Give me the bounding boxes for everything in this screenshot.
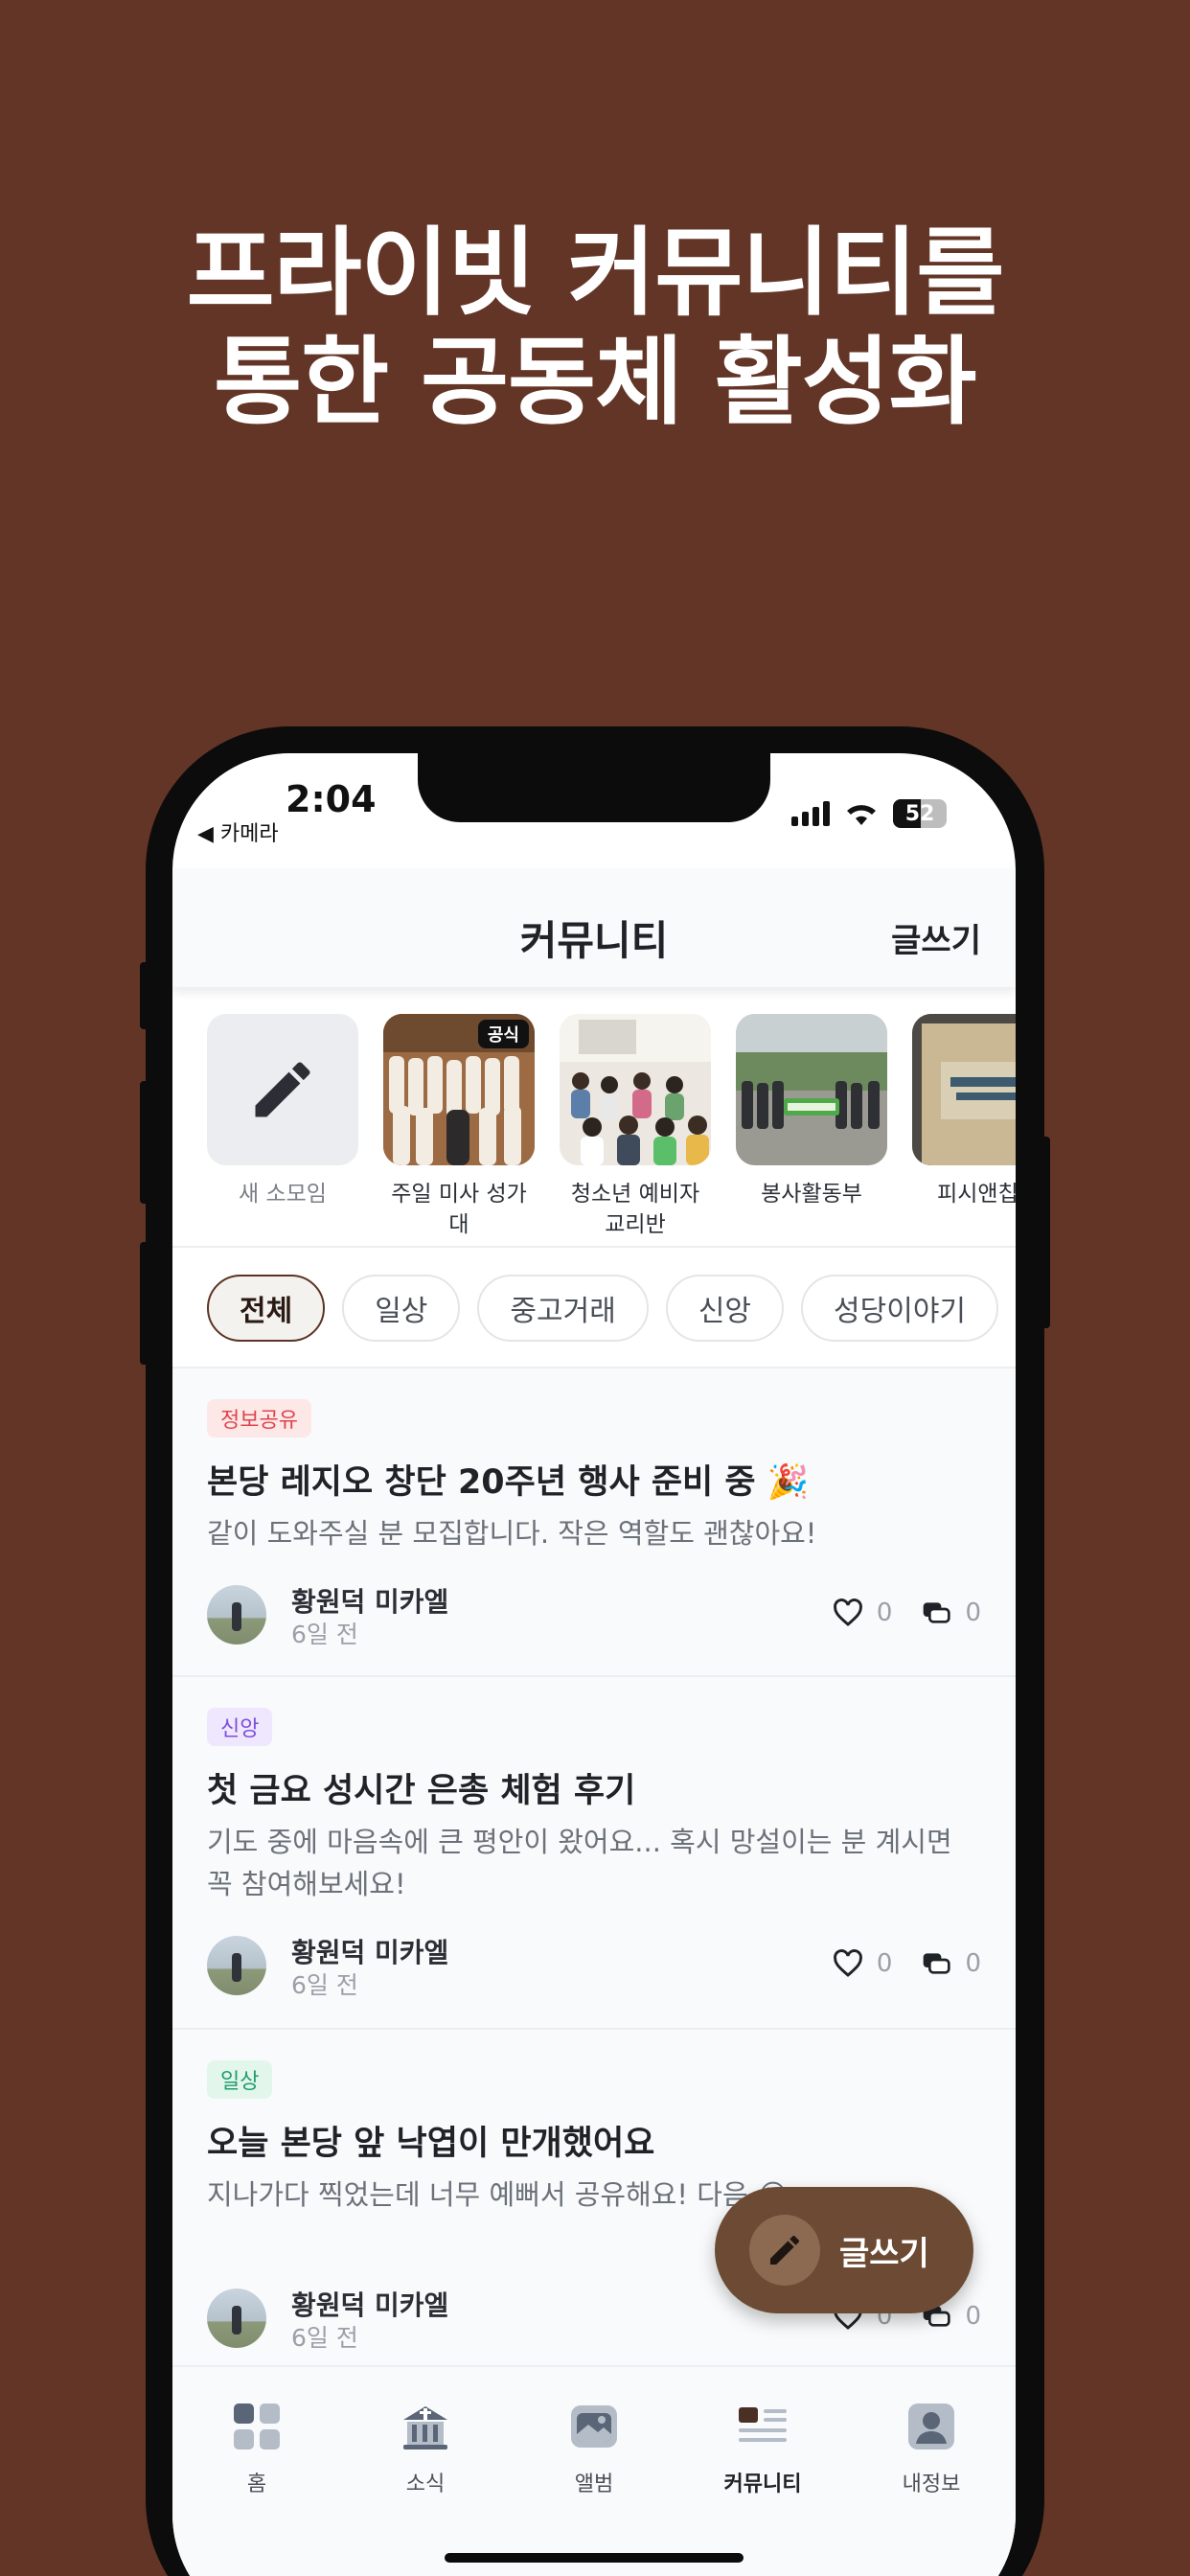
header-write-button[interactable]: 글쓰기 — [891, 914, 981, 961]
post-title: 오늘 본당 앞 낙엽이 만개했어요 — [207, 2125, 655, 2163]
group-youth-catechism[interactable]: 청소년 예비자 교리반 — [560, 1014, 711, 1244]
group-thumbnail — [736, 1014, 887, 1165]
chip-parish-story[interactable]: 성당이야기 — [801, 1275, 999, 1342]
hero-line-1: 프라이빗 커뮤니티를 — [186, 217, 1005, 329]
hero-line-2: 통한 공동체 활성화 — [214, 326, 977, 438]
chip-daily[interactable]: 일상 — [342, 1275, 461, 1342]
class-photo — [560, 1014, 711, 1165]
battery-icon: 52 — [893, 799, 947, 828]
hero-heading: 프라이빗 커뮤니티를 통한 공동체 활성화 — [0, 218, 1190, 437]
power-button — [1037, 1137, 1050, 1328]
post-stats: 0 0 — [833, 1949, 981, 1978]
status-icons: 52 — [791, 799, 947, 828]
comment-count: 0 — [965, 1598, 981, 1627]
group-label: 청소년 예비자 교리반 — [570, 1182, 700, 1237]
tab-label: 커뮤니티 — [723, 2472, 802, 2496]
post-stats: 0 0 — [833, 1598, 981, 1627]
bottom-tab-bar: 홈 소식 앨범 커뮤니티 내정보 — [172, 2365, 1016, 2576]
group-fish-and-chips[interactable]: 공 피시앤칩스 — [912, 1014, 1016, 1244]
heart-icon[interactable] — [833, 1598, 863, 1627]
chip-all[interactable]: 전체 — [207, 1275, 326, 1342]
post-tag: 신앙 — [207, 1708, 273, 1746]
fish-and-chips-photo — [912, 1014, 1016, 1165]
mute-switch — [140, 962, 153, 1029]
wifi-icon — [847, 805, 876, 825]
app-header: 커뮤니티 글쓰기 — [172, 868, 1016, 987]
group-choir[interactable]: 공식 주일 미사 성가대 — [383, 1014, 535, 1244]
like-count: 0 — [876, 1598, 893, 1627]
post-tag: 일상 — [207, 2060, 273, 2099]
group-label: 피시앤칩스 — [937, 1182, 1016, 1207]
category-filter: 전체 일상 중고거래 신앙 성당이야기 — [207, 1275, 1016, 1342]
group-thumbnail: 공식 — [383, 1014, 535, 1165]
avatar — [207, 1585, 266, 1644]
comment-count: 0 — [965, 1949, 981, 1978]
like-count: 0 — [876, 1949, 893, 1978]
battery-level: 52 — [904, 801, 935, 826]
tab-label: 내정보 — [902, 2472, 961, 2496]
post-time: 6일 전 — [291, 2324, 358, 2352]
post-title: 본당 레지오 창단 20주년 행사 준비 중 🎉 — [207, 1463, 810, 1502]
group-carousel[interactable]: 새 소모임 공식 주일 미사 성가대 청소년 예비자 교리반 봉사활동부 피시앤… — [207, 1014, 1016, 1244]
comment-count: 0 — [965, 2302, 981, 2331]
group-thumbnail: 공 — [912, 1014, 1016, 1165]
post-tag: 정보공유 — [207, 1399, 311, 1438]
official-badge: 공식 — [477, 1020, 529, 1048]
chip-secondhand[interactable]: 중고거래 — [477, 1275, 649, 1342]
group-label: 봉사활동부 — [761, 1182, 862, 1207]
home-grid-icon — [234, 2404, 280, 2450]
pencil-icon — [770, 2235, 800, 2265]
group-label: 주일 미사 성가대 — [391, 1182, 527, 1237]
group-label: 새 소모임 — [239, 1182, 327, 1207]
chip-faith[interactable]: 신앙 — [665, 1275, 785, 1342]
post-title: 첫 금요 성시간 은총 체험 후기 — [207, 1772, 636, 1810]
profile-icon — [908, 2404, 954, 2450]
notch — [418, 753, 770, 822]
pencil-icon — [255, 1062, 310, 1117]
volunteer-photo — [736, 1014, 887, 1165]
post-time: 6일 전 — [291, 1971, 358, 1999]
post-item[interactable]: 정보공유 본당 레지오 창단 20주년 행사 준비 중 🎉 같이 도와주실 분 … — [172, 1368, 1016, 1677]
group-thumbnail — [560, 1014, 711, 1165]
cellular-signal-icon — [791, 801, 830, 826]
new-group-button[interactable]: 새 소모임 — [207, 1014, 358, 1244]
avatar — [207, 1936, 266, 1995]
post-item[interactable]: 신앙 첫 금요 성시간 은총 체험 후기 기도 중에 마음속에 큰 평안이 왔어… — [172, 1677, 1016, 2030]
volume-down-button — [140, 1242, 153, 1365]
tab-label: 앨범 — [574, 2472, 614, 2496]
comment-icon[interactable] — [921, 1949, 951, 1978]
post-author: 황원덕 미카엘 — [291, 1586, 449, 1618]
tab-label: 소식 — [405, 2472, 446, 2496]
album-icon — [571, 2405, 617, 2448]
app-screen: 2:04 ◀ 카메라 52 커뮤니티 글쓰기 새 소모임 공식 주일 미사 성가… — [172, 753, 1016, 2576]
floating-write-button[interactable]: 글쓰기 — [715, 2187, 973, 2313]
page-title: 커뮤니티 — [519, 917, 669, 964]
home-indicator[interactable] — [445, 2553, 744, 2563]
back-to-app[interactable]: ◀ 카메라 — [197, 816, 279, 847]
comment-icon[interactable] — [921, 1598, 951, 1627]
tab-community[interactable]: 커뮤니티 — [678, 2400, 847, 2576]
community-icon — [739, 2407, 787, 2442]
post-body: 기도 중에 마음속에 큰 평안이 왔어요... 혹시 망설이는 분 계시면 꼭 … — [207, 1826, 952, 1900]
post-author: 황원덕 미카엘 — [291, 1937, 449, 1968]
fab-label: 글쓰기 — [839, 2234, 929, 2273]
group-volunteer[interactable]: 봉사활동부 — [736, 1014, 887, 1244]
heart-icon[interactable] — [833, 1949, 863, 1978]
tab-home[interactable]: 홈 — [172, 2400, 341, 2576]
tab-album[interactable]: 앨범 — [510, 2400, 678, 2576]
tab-profile[interactable]: 내정보 — [847, 2400, 1016, 2576]
divider — [172, 1246, 1016, 1248]
post-author: 황원덕 미카엘 — [291, 2289, 449, 2321]
avatar — [207, 2288, 266, 2348]
tab-news[interactable]: 소식 — [341, 2400, 510, 2576]
post-body: 같이 도와주실 분 모집합니다. 작은 역할도 괜찮아요! — [207, 1517, 817, 1550]
post-time: 6일 전 — [291, 1621, 358, 1648]
status-time: 2:04 — [286, 778, 377, 820]
tab-label: 홈 — [246, 2472, 267, 2496]
volume-up-button — [140, 1081, 153, 1204]
church-icon — [403, 2406, 447, 2450]
